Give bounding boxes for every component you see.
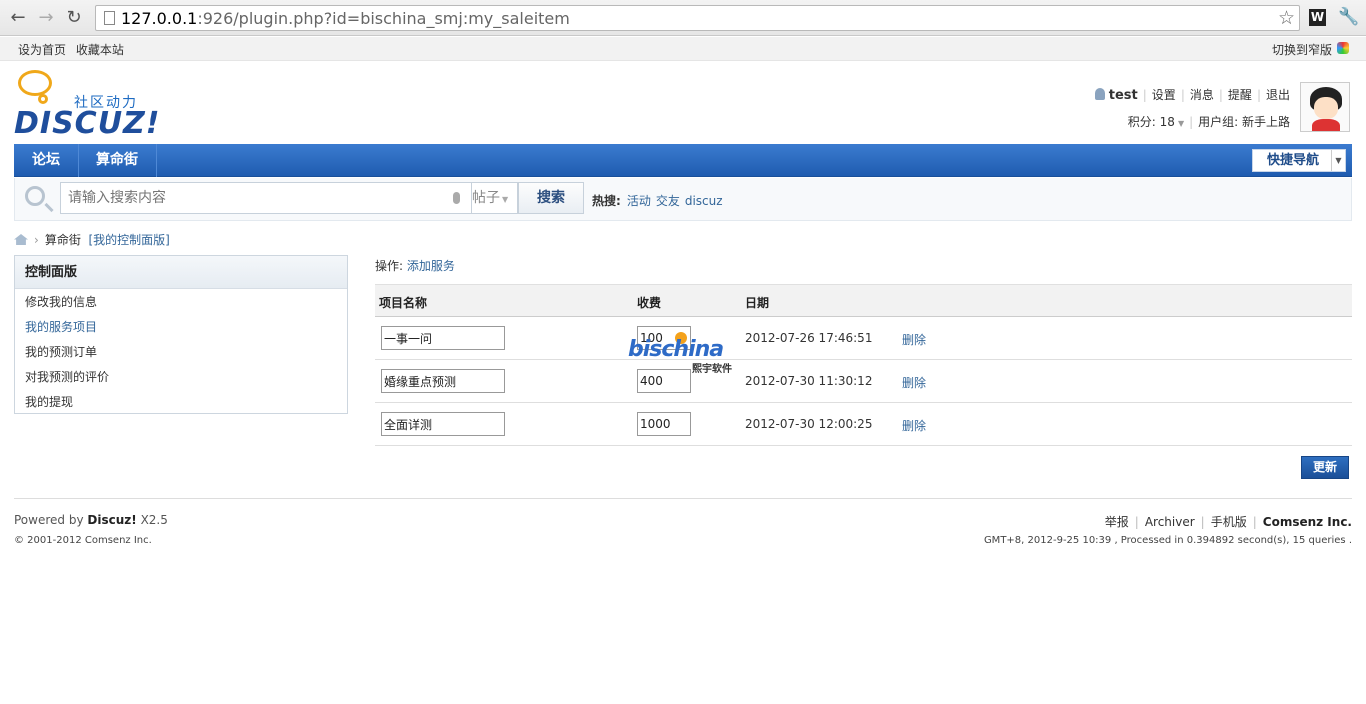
- nav-item-fortune-street[interactable]: 算命街: [78, 144, 157, 177]
- bookmark-site-link[interactable]: 收藏本站: [76, 43, 124, 57]
- service-date: 2012-07-30 11:30:12: [745, 374, 873, 388]
- forward-arrow-icon[interactable]: →: [34, 6, 58, 30]
- logo-bubble-tail: [38, 94, 48, 104]
- bookmark-star-icon[interactable]: ☆: [1278, 7, 1295, 29]
- credits-link[interactable]: 积分: 18: [1128, 115, 1175, 129]
- search-icon: [25, 186, 45, 206]
- service-name-input[interactable]: [381, 326, 505, 350]
- powered-prefix: Powered by: [14, 513, 84, 527]
- user-nav: test | 设置 | 消息 | 提醒 | 退出: [1094, 86, 1290, 103]
- delete-link[interactable]: 删除: [902, 417, 926, 434]
- report-link[interactable]: 举报: [1105, 515, 1129, 529]
- breadcrumb-current[interactable]: 算命街: [45, 233, 81, 247]
- set-home-link[interactable]: 设为首页: [18, 43, 66, 57]
- sidebar-title: 控制面版: [15, 256, 347, 289]
- logo-bubble-icon: [18, 70, 52, 96]
- nav-item-forum[interactable]: 论坛: [14, 144, 79, 177]
- powered-by: Powered by Discuz! X2.5: [14, 513, 168, 527]
- main-nav: 论坛 算命街 快捷导航 ▼: [14, 144, 1352, 177]
- footer-divider: [14, 498, 1352, 499]
- address-bar[interactable]: 127.0.0.1:926/plugin.php?id=bischina_smj…: [95, 5, 1300, 31]
- user-icon: [1094, 88, 1105, 100]
- search-input[interactable]: [60, 182, 472, 214]
- column-header-date: 日期: [745, 296, 770, 310]
- logout-link[interactable]: 退出: [1266, 88, 1290, 102]
- switch-width-icon[interactable]: [1337, 42, 1349, 54]
- messages-link[interactable]: 消息: [1190, 88, 1214, 102]
- column-header-fee: 收费: [637, 296, 662, 310]
- chevron-right-icon: ›: [34, 233, 39, 247]
- hot-term-activity[interactable]: 活动: [627, 194, 651, 208]
- site-logo[interactable]: 社区动力 DISCUZ!: [14, 70, 164, 141]
- reminders-link[interactable]: 提醒: [1228, 88, 1252, 102]
- service-fee-input[interactable]: [637, 412, 691, 436]
- powered-version: X2.5: [140, 513, 168, 527]
- search-type-label: 帖子: [472, 190, 500, 206]
- copyright: © 2001-2012 Comsenz Inc.: [14, 535, 152, 546]
- sidebar-item-my-orders[interactable]: 我的预测订单: [15, 340, 347, 365]
- top-toolbar: 设为首页 收藏本站 切换到窄版: [0, 37, 1366, 61]
- avatar[interactable]: [1300, 82, 1350, 132]
- table-row: 2012-07-30 11:30:12 删除: [375, 360, 1352, 403]
- home-icon[interactable]: [14, 234, 28, 245]
- browser-toolbar: ← → ↻ 127.0.0.1:926/plugin.php?id=bischi…: [0, 0, 1366, 36]
- search-bar: 帖子▼ 搜索 热搜: 活动交友 discuz: [14, 178, 1352, 221]
- service-name-input[interactable]: [381, 369, 505, 393]
- breadcrumb-control-panel-link[interactable]: [我的控制面版]: [88, 233, 169, 247]
- url-text[interactable]: 127.0.0.1:926/plugin.php?id=bischina_smj…: [121, 9, 570, 28]
- microphone-icon[interactable]: [453, 192, 460, 204]
- service-date: 2012-07-30 12:00:25: [745, 417, 873, 431]
- powered-brand-link[interactable]: Discuz!: [87, 513, 136, 527]
- sidebar-item-my-services[interactable]: 我的服务项目: [15, 315, 347, 340]
- ops-label: 操作:: [375, 259, 404, 273]
- chevron-down-icon: ▼: [502, 195, 509, 204]
- reload-icon[interactable]: ↻: [62, 6, 86, 30]
- company-link[interactable]: Comsenz Inc.: [1263, 515, 1352, 529]
- settings-link[interactable]: 设置: [1152, 88, 1176, 102]
- control-panel-sidebar: 控制面版 修改我的信息 我的服务项目 我的预测订单 对我预测的评价 我的提现: [14, 255, 348, 414]
- extension-w-icon[interactable]: W: [1309, 9, 1326, 26]
- operations-bar: 操作: 添加服务: [375, 257, 455, 274]
- wrench-icon[interactable]: 🔧: [1338, 7, 1359, 27]
- mobile-link[interactable]: 手机版: [1211, 515, 1247, 529]
- quick-nav-label: 快捷导航: [1267, 153, 1320, 168]
- sidebar-item-withdraw[interactable]: 我的提现: [15, 390, 347, 415]
- username-link[interactable]: test: [1109, 88, 1138, 103]
- watermark-brand: bischina: [628, 337, 724, 362]
- sidebar-item-edit-info[interactable]: 修改我的信息: [15, 290, 347, 315]
- add-service-link[interactable]: 添加服务: [407, 259, 455, 273]
- hot-searches: 热搜: 活动 交友 discuz: [592, 192, 728, 209]
- quick-nav-button[interactable]: 快捷导航 ▼: [1252, 149, 1346, 172]
- update-button[interactable]: 更新: [1301, 456, 1349, 479]
- page-icon: [104, 11, 115, 25]
- hot-term-dating[interactable]: 交友: [656, 194, 680, 208]
- column-header-name: 项目名称: [379, 296, 428, 310]
- breadcrumb: › 算命街 [我的控制面版]: [14, 231, 170, 248]
- service-name-input[interactable]: [381, 412, 505, 436]
- logo-brand: DISCUZ!: [14, 106, 161, 141]
- credits-dropdown-icon[interactable]: ▼: [1178, 119, 1184, 128]
- table-row: 2012-07-30 12:00:25 删除: [375, 403, 1352, 446]
- table-header: 项目名称 收费 日期: [375, 284, 1352, 317]
- sidebar-item-reviews[interactable]: 对我预测的评价: [15, 365, 347, 390]
- watermark-sub: 熙宇软件: [692, 364, 732, 375]
- back-arrow-icon[interactable]: ←: [6, 6, 30, 30]
- delete-link[interactable]: 删除: [902, 374, 926, 391]
- archiver-link[interactable]: Archiver: [1145, 515, 1195, 529]
- processing-info: GMT+8, 2012-9-25 10:39 , Processed in 0.…: [983, 535, 1352, 546]
- search-type-select[interactable]: 帖子 ▼: [472, 182, 518, 214]
- service-date: 2012-07-26 17:46:51: [745, 331, 873, 345]
- watermark-logo: bischina 熙宇软件: [628, 331, 740, 375]
- user-group[interactable]: 用户组: 新手上路: [1198, 115, 1290, 129]
- hot-term-discuz[interactable]: discuz: [685, 194, 723, 208]
- search-button[interactable]: 搜索: [518, 182, 584, 214]
- hot-label: 热搜:: [592, 194, 621, 208]
- chevron-down-icon[interactable]: ▼: [1331, 150, 1345, 171]
- delete-link[interactable]: 删除: [902, 331, 926, 348]
- services-table: 项目名称 收费 日期 2012-07-26 17:46:51 删除 2012-0…: [375, 284, 1352, 446]
- user-info: 积分: 18 ▼ | 用户组: 新手上路: [1127, 115, 1290, 129]
- footer-links: 举报 | Archiver | 手机版 | Comsenz Inc.: [1104, 515, 1352, 529]
- switch-width-link[interactable]: 切换到窄版: [1272, 41, 1332, 58]
- table-row: 2012-07-26 17:46:51 删除: [375, 317, 1352, 360]
